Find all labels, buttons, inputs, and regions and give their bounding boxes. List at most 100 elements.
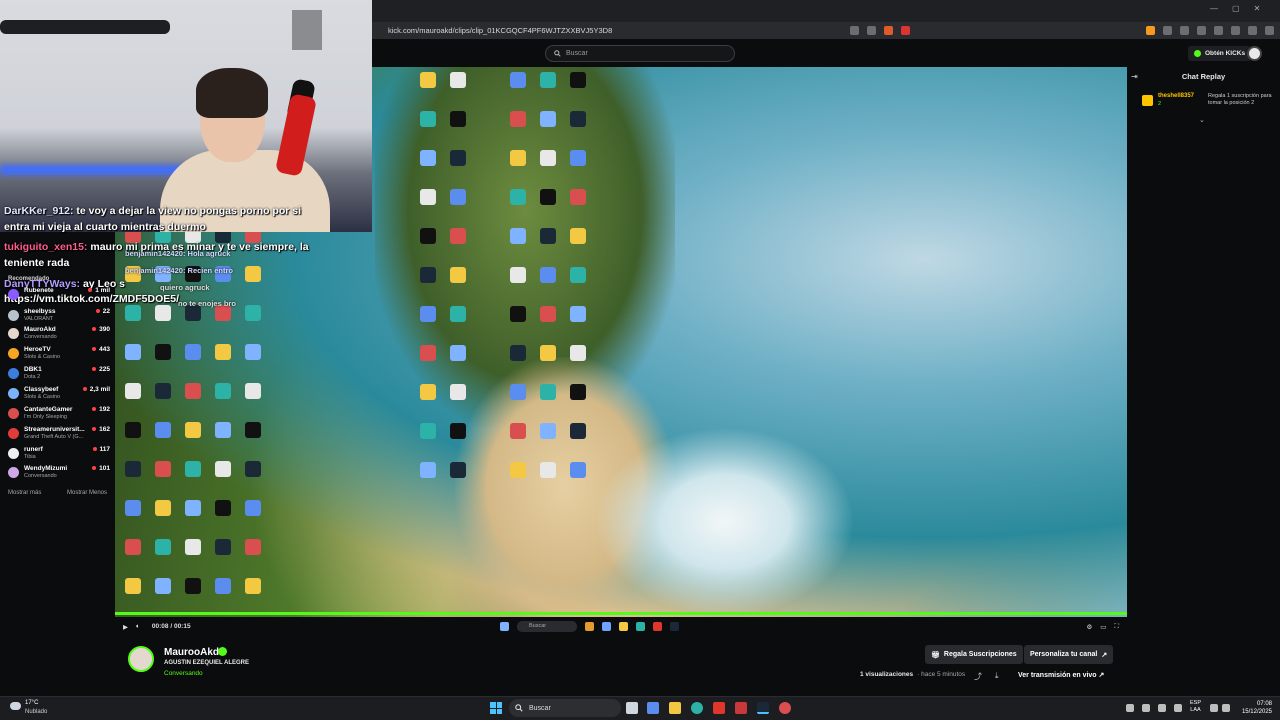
brave-shield-icon[interactable] [884, 26, 893, 35]
playback-time: 00:08 / 00:15 [151, 623, 191, 630]
puzzle-icon[interactable] [1163, 26, 1172, 35]
sidebar-channel-item[interactable]: Streameruniversit... Grand Theft Auto V (… [8, 426, 110, 444]
app-icon[interactable] [735, 702, 747, 714]
progress-fill [115, 612, 1127, 615]
chevron-up-icon[interactable] [1126, 704, 1134, 712]
sidebar-channel-item[interactable]: HeroeTV Slots & Casino 443 [8, 346, 110, 364]
desktop-shortcut-icon [185, 422, 201, 438]
rewards-icon[interactable] [901, 26, 910, 35]
windows-start-icon[interactable] [490, 702, 502, 714]
wallet-icon[interactable] [1180, 26, 1189, 35]
sidebar-channel-item[interactable]: DBK1 Dota 2 225 [8, 366, 110, 384]
settings-icon[interactable]: ⚙ [1086, 623, 1092, 631]
maximize-icon[interactable]: ▢ [1232, 4, 1240, 13]
clock[interactable]: 07:08 15/12/2025 [1238, 700, 1272, 716]
site-header [372, 39, 1280, 67]
brave-icon [653, 622, 662, 631]
minimize-icon[interactable]: — [1210, 4, 1218, 13]
show-more-link[interactable]: Mostrar más [8, 490, 41, 496]
task-view-icon[interactable] [626, 702, 638, 714]
music-icon[interactable] [1197, 26, 1206, 35]
clip-age: · hace 5 minutos [917, 671, 966, 678]
input-language[interactable]: ESP LAA [1190, 700, 1201, 714]
sidebar-channel-viewers: 2,3 mil [82, 386, 110, 393]
sidebar-channel-item[interactable]: Classybeef Slots & Casino 2,3 mil [8, 386, 110, 404]
browser-tab-bar [372, 0, 1280, 22]
sidebar-channel-item[interactable]: MauroAkd Conversando 390 [8, 326, 110, 344]
desktop-shortcut-icon [510, 462, 526, 478]
desktop-shortcut-icon [245, 539, 261, 555]
taskbar-search[interactable]: Buscar [509, 699, 621, 717]
sidebar-channel-name: WendyMizumi [24, 465, 68, 472]
cloud-icon[interactable] [10, 702, 21, 710]
gift-subs-button[interactable]: 🎁︎ Regala Suscripciones [925, 645, 1023, 664]
viewer-count: 2,3 mil [89, 386, 110, 393]
weather-desc[interactable]: Nublado [25, 709, 47, 715]
viewer-count: 443 [99, 346, 110, 353]
watch-live-link[interactable]: Ver transmisión en vivo ↗ [1018, 671, 1104, 679]
fullscreen-icon[interactable]: ⛶ [1114, 623, 1119, 631]
play-icon[interactable]: ▶ [123, 623, 128, 631]
desktop-shortcut-icon [420, 345, 436, 361]
show-less-link[interactable]: Mostrar Menos [67, 490, 107, 496]
tabs-icon[interactable] [1231, 26, 1240, 35]
sidebar-channel-item[interactable]: runerf Tibia 117 [8, 446, 110, 464]
volume-icon[interactable]: 🔈︎ [136, 623, 140, 631]
monitor-icon[interactable] [1210, 704, 1218, 712]
sidebar-channel-item[interactable]: Rubenete 1 mil [8, 287, 110, 305]
desktop-shortcut-icon [245, 422, 261, 438]
zoom-icon[interactable] [850, 26, 859, 35]
live-dot-icon [92, 427, 97, 432]
desktop-shortcut-icon [450, 384, 466, 400]
weather-temp[interactable]: 17°C [25, 700, 38, 706]
live-dot-icon [88, 288, 93, 293]
channel-name[interactable]: MaurooAkd [164, 647, 219, 658]
copilot-icon[interactable] [647, 702, 659, 714]
download-icon[interactable]: ⤓ [995, 671, 999, 681]
brave-icon[interactable] [713, 702, 725, 714]
sidebar-channel-item[interactable]: WendyMizumi Conversando 101 [8, 465, 110, 483]
menu-icon[interactable] [1265, 26, 1274, 35]
clock-time: 07:08 [1256, 701, 1272, 707]
sidebar-channel-item[interactable]: CantanteGamer I'm Only Sleeping 192 [8, 406, 110, 424]
desktop-shortcut-icon [450, 462, 466, 478]
sidebar-channel-item[interactable]: sheelbyss VALORANT 22 [8, 308, 110, 326]
sidebar-icon[interactable] [1214, 26, 1223, 35]
search-input[interactable]: Buscar [545, 45, 735, 62]
tray-app-icon[interactable] [1142, 704, 1150, 712]
get-kicks-button[interactable]: Obtén KICKs [1188, 46, 1252, 61]
theater-mode-icon[interactable]: ▭ [1100, 623, 1106, 631]
user-avatar[interactable] [1247, 46, 1262, 61]
address-bar[interactable]: kick.com/mauroakd/clips/clip_01KCGQCF4PF… [372, 22, 1280, 39]
sidebar-channel-category: Conversando [24, 334, 57, 340]
sidebar-channel-viewers: 443 [92, 346, 110, 353]
microphone-icon[interactable] [1174, 704, 1182, 712]
share-icon[interactable]: ⤴ [974, 671, 982, 682]
channel-avatar[interactable] [128, 646, 154, 672]
edge-icon[interactable] [691, 702, 703, 714]
extension-icon[interactable] [1146, 26, 1155, 35]
desktop-shortcut-icon [570, 150, 586, 166]
volume-icon[interactable] [1222, 704, 1230, 712]
obs-icon[interactable] [779, 702, 791, 714]
desktop-shortcut-icon [510, 189, 526, 205]
desktop-shortcut-icon [185, 539, 201, 555]
desktop-shortcut-icon [215, 539, 231, 555]
pin-icon[interactable]: ⌄ [1199, 116, 1205, 124]
url-text[interactable]: kick.com/mauroakd/clips/clip_01KCGQCF4PF… [388, 26, 850, 35]
tray-app-icon[interactable] [1158, 704, 1166, 712]
sidebar-channel-category: Grand Theft Auto V (G... [24, 434, 84, 440]
download-icon[interactable] [1248, 26, 1257, 35]
desktop-shortcut-icon [540, 423, 556, 439]
channel-category[interactable]: Conversando [164, 670, 203, 677]
window-controls: — ▢ ✕ [1210, 4, 1260, 13]
share-icon[interactable] [867, 26, 876, 35]
sidebar-channel-viewers: 192 [92, 406, 110, 413]
watch-live-label: Ver transmisión en vivo [1018, 672, 1097, 679]
file-explorer-icon[interactable] [669, 702, 681, 714]
desktop-shortcut-icon [155, 461, 171, 477]
close-icon[interactable]: ✕ [1254, 4, 1261, 13]
steam-icon[interactable] [757, 702, 769, 714]
customize-channel-button[interactable]: Personaliza tu canal ↗ [1024, 645, 1114, 664]
chat-event-user[interactable]: theshell8357 [1158, 93, 1194, 99]
